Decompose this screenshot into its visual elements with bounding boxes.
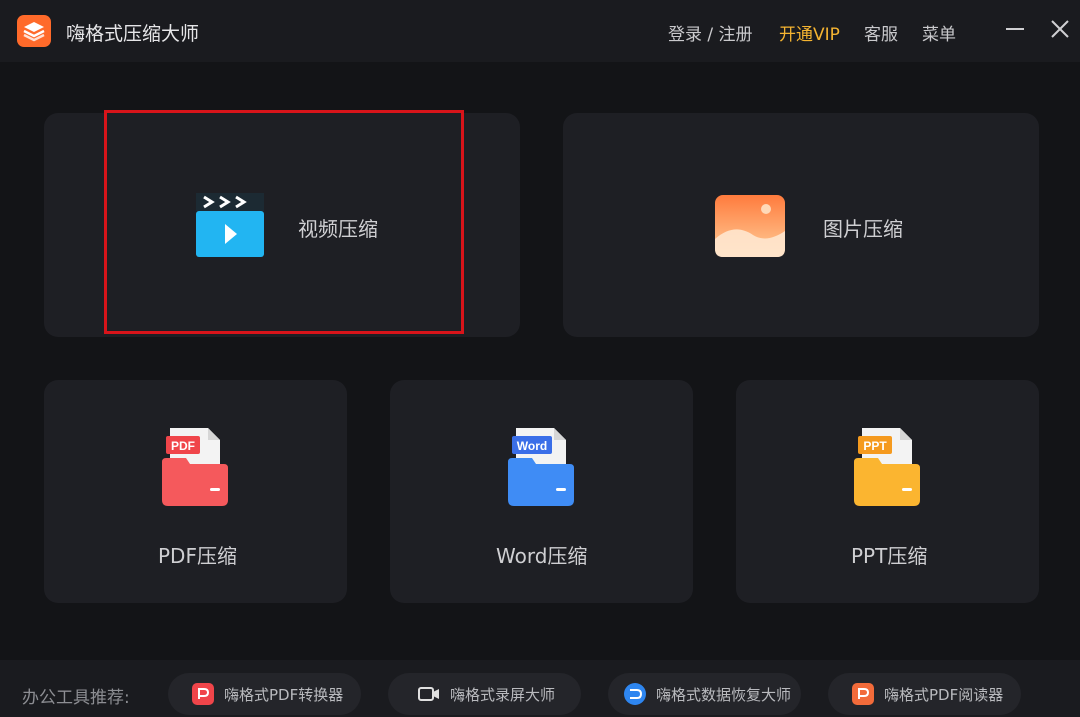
pdf-compress-card[interactable]: PDF PDF压缩 bbox=[44, 380, 347, 603]
image-compress-label: 图片压缩 bbox=[823, 217, 903, 241]
pdf-reader-label: 嗨格式PDF阅读器 bbox=[884, 686, 1004, 704]
app-logo-icon bbox=[17, 15, 51, 47]
word-file-icon: Word bbox=[508, 428, 574, 506]
app-title: 嗨格式压缩大师 bbox=[66, 23, 200, 45]
data-recovery-icon bbox=[624, 683, 646, 705]
screen-recorder-label: 嗨格式录屏大师 bbox=[450, 686, 556, 704]
ppt-badge-text: PPT bbox=[863, 439, 887, 453]
ppt-compress-label: PPT压缩 bbox=[851, 544, 928, 568]
pdf-compress-label: PDF压缩 bbox=[158, 544, 237, 568]
tool-screen-recorder[interactable]: 嗨格式录屏大师 bbox=[388, 673, 581, 715]
data-recovery-label: 嗨格式数据恢复大师 bbox=[656, 686, 792, 704]
pdf-reader-icon bbox=[852, 683, 874, 705]
ppt-file-icon: PPT bbox=[854, 428, 920, 506]
word-badge-text: Word bbox=[517, 439, 547, 453]
word-compress-card[interactable]: Word Word压缩 bbox=[390, 380, 693, 603]
pdf-badge-text: PDF bbox=[171, 439, 195, 453]
tool-pdf-converter[interactable]: 嗨格式PDF转换器 bbox=[168, 673, 361, 715]
pdf-converter-label: 嗨格式PDF转换器 bbox=[224, 686, 344, 704]
selection-highlight-frame bbox=[104, 110, 464, 334]
menu-link[interactable]: 菜单 bbox=[922, 20, 956, 45]
title-bar: 嗨格式压缩大师 登录 / 注册 开通VIP 客服 菜单 bbox=[0, 0, 1080, 62]
pdf-converter-icon bbox=[192, 683, 214, 705]
recommend-label: 办公工具推荐: bbox=[22, 688, 130, 708]
open-vip-link[interactable]: 开通VIP bbox=[779, 20, 840, 45]
close-icon[interactable] bbox=[1049, 18, 1071, 40]
image-compress-card[interactable]: 图片压缩 bbox=[563, 113, 1039, 337]
minimize-icon[interactable] bbox=[1004, 18, 1026, 40]
screen-recorder-icon bbox=[418, 687, 439, 701]
image-icon bbox=[715, 195, 785, 257]
login-register-link[interactable]: 登录 / 注册 bbox=[668, 20, 753, 45]
ppt-compress-card[interactable]: PPT PPT压缩 bbox=[736, 380, 1039, 603]
pdf-file-icon: PDF bbox=[162, 428, 228, 506]
tool-data-recovery[interactable]: 嗨格式数据恢复大师 bbox=[608, 673, 801, 715]
customer-service-link[interactable]: 客服 bbox=[864, 20, 898, 45]
word-compress-label: Word压缩 bbox=[496, 544, 588, 568]
tool-pdf-reader[interactable]: 嗨格式PDF阅读器 bbox=[828, 673, 1021, 715]
